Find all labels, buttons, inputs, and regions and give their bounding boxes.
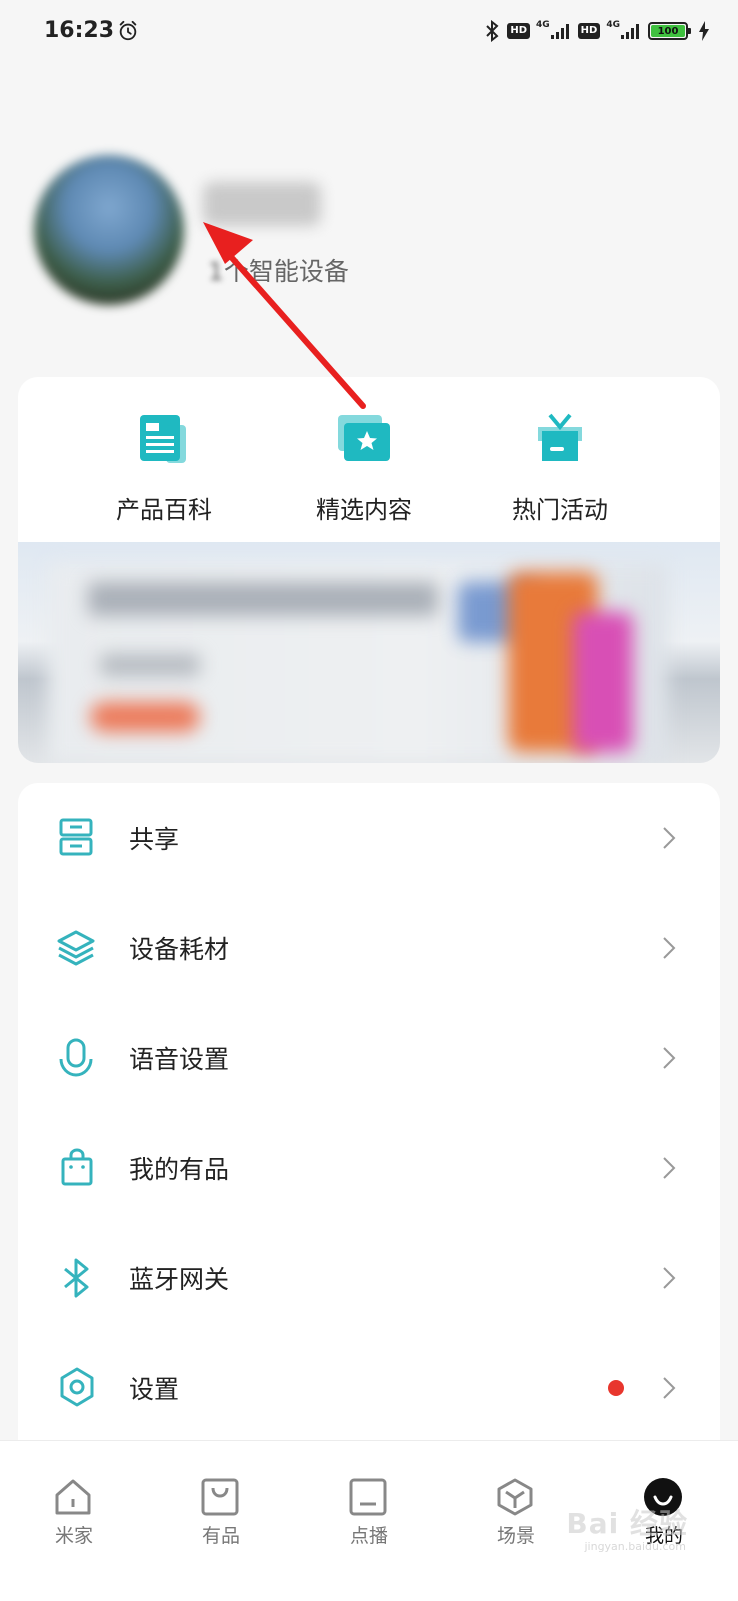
share-icon bbox=[59, 818, 93, 856]
menu-item-share[interactable]: 共享 bbox=[18, 783, 720, 893]
menu-item-label: 设置 bbox=[129, 1375, 180, 1404]
nav-tab-mijia[interactable]: 米家 bbox=[0, 1441, 148, 1601]
watermark-url: jingyan.baidu.com bbox=[584, 1540, 686, 1553]
encyclopedia-icon bbox=[140, 415, 186, 463]
nav-tab-label: 米家 bbox=[54, 1525, 93, 1547]
chevron-right-icon bbox=[663, 1377, 676, 1399]
quick-action-label: 产品百科 bbox=[116, 496, 212, 524]
hd-badge: HD bbox=[507, 23, 531, 39]
banner-blurred-subtitle bbox=[100, 654, 200, 676]
battery-level: 100 bbox=[651, 25, 685, 37]
menu-item-label: 语音设置 bbox=[129, 1045, 230, 1074]
menu-item-label: 设备耗材 bbox=[129, 935, 230, 964]
menu-item-voice-settings[interactable]: 语音设置 bbox=[18, 1003, 720, 1113]
menu-item-label: 我的有品 bbox=[129, 1155, 230, 1184]
chevron-right-icon bbox=[663, 1157, 676, 1179]
network-type-label: 4G bbox=[606, 20, 620, 30]
scene-cube-icon bbox=[497, 1478, 533, 1516]
network-type-label: 4G bbox=[536, 20, 550, 30]
layers-icon bbox=[57, 930, 95, 966]
battery-icon: 100 bbox=[648, 22, 691, 40]
notification-dot bbox=[608, 1380, 624, 1396]
settings-icon bbox=[60, 1367, 94, 1407]
promo-banner[interactable] bbox=[18, 542, 720, 763]
chevron-right-icon bbox=[663, 827, 676, 849]
quick-action-label: 热门活动 bbox=[512, 496, 608, 524]
nav-tab-youpin[interactable]: 有品 bbox=[147, 1441, 295, 1601]
nav-tab-label: 点播 bbox=[349, 1525, 388, 1547]
tv-icon bbox=[349, 1478, 387, 1516]
menu-item-consumables[interactable]: 设备耗材 bbox=[18, 893, 720, 1003]
banner-blurred-title bbox=[88, 582, 438, 616]
featured-content-icon bbox=[338, 415, 390, 461]
menu-item-bluetooth-gateway[interactable]: 蓝牙网关 bbox=[18, 1223, 720, 1333]
menu-item-my-youpin[interactable]: 我的有品 bbox=[18, 1113, 720, 1223]
menu-item-label: 共享 bbox=[129, 825, 180, 854]
quick-actions-card: 产品百科 精选内容 热门活动 bbox=[18, 377, 720, 763]
menu-item-settings[interactable]: 设置 bbox=[18, 1333, 720, 1443]
shopping-bag-icon bbox=[61, 1148, 93, 1186]
gift-icon bbox=[538, 413, 582, 461]
banner-blurred-product-pink bbox=[573, 612, 633, 752]
chevron-right-icon bbox=[663, 937, 676, 959]
annotation-arrow bbox=[203, 222, 366, 409]
signal-bars-icon bbox=[550, 24, 569, 39]
watermark: Bai 经验 bbox=[566, 1507, 688, 1540]
avatar[interactable] bbox=[34, 155, 184, 305]
signal-bars-icon bbox=[621, 24, 639, 39]
alarm-icon bbox=[119, 20, 137, 41]
charging-icon bbox=[699, 21, 709, 41]
menu-item-label: 蓝牙网关 bbox=[129, 1265, 230, 1294]
clock: 16:23 bbox=[44, 18, 115, 43]
hd-badge: HD bbox=[577, 23, 601, 39]
status-bar: 16:23 HD 4G HD 4G 100 bbox=[0, 0, 738, 64]
quick-action-events[interactable]: 热门活动 bbox=[443, 377, 677, 542]
menu-card: 共享 设备耗材 语音设置 我的有品 蓝牙网关 设置 bbox=[18, 783, 720, 1443]
banner-blurred-cta bbox=[90, 702, 200, 732]
nav-tab-on-demand[interactable]: 点播 bbox=[295, 1441, 443, 1601]
nav-tab-label: 有品 bbox=[201, 1525, 240, 1547]
status-indicators: HD 4G HD 4G 100 bbox=[483, 18, 710, 44]
chevron-right-icon bbox=[663, 1047, 676, 1069]
chevron-right-icon bbox=[663, 1267, 676, 1289]
bag-icon bbox=[201, 1478, 239, 1516]
home-icon bbox=[55, 1479, 91, 1515]
microphone-icon bbox=[59, 1038, 93, 1077]
bluetooth-icon bbox=[64, 1258, 89, 1298]
bluetooth-status-icon bbox=[486, 20, 499, 42]
